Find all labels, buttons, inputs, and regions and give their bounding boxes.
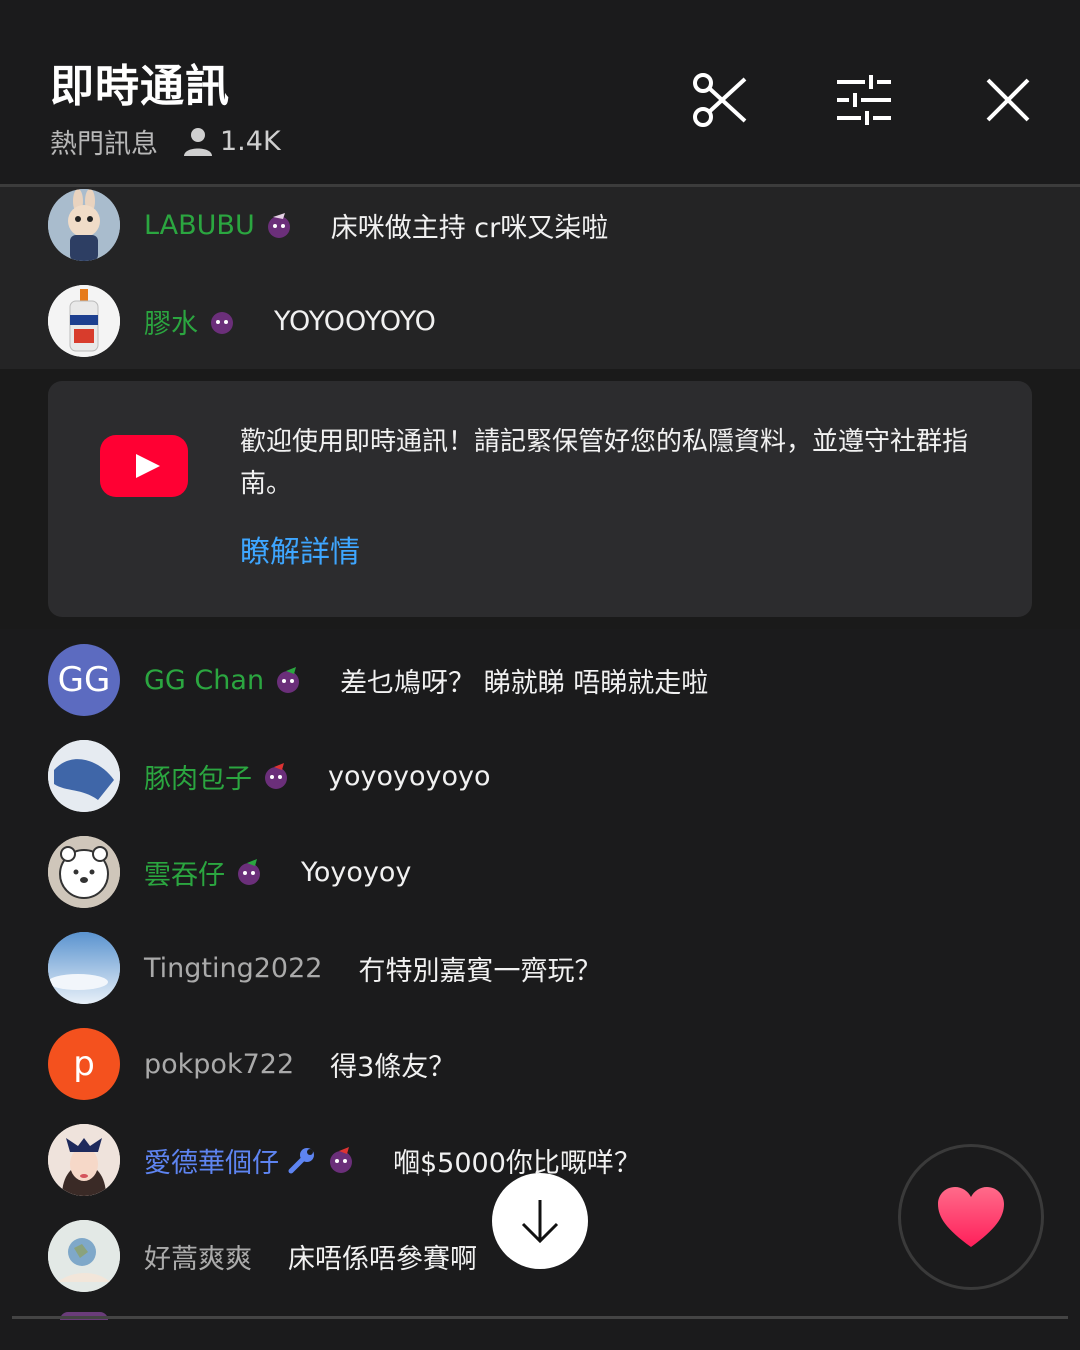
- chat-message[interactable]: p pokpok722 得3條友？: [0, 1016, 1080, 1112]
- scroll-to-bottom-button[interactable]: [492, 1173, 588, 1269]
- chat-message[interactable]: 豚肉包子 yoyoyoyoyo: [0, 728, 1080, 824]
- heart-icon: [938, 1187, 1004, 1247]
- author-name[interactable]: 豚肉包子: [144, 757, 252, 796]
- member-badge-icon: [267, 213, 290, 238]
- close-icon: [986, 78, 1030, 122]
- globe-avatar-icon: [48, 1220, 120, 1292]
- chat-message[interactable]: LABUBU 床咪做主持 cr咪又柒啦: [0, 177, 1080, 273]
- clip-button[interactable]: [688, 68, 752, 132]
- pinned-messages: LABUBU 床咪做主持 cr咪又柒啦 膠水 YOYOOYOYO: [0, 187, 1080, 369]
- member-badge-icon: [330, 1147, 352, 1173]
- bear-avatar-icon: [48, 836, 120, 908]
- message-text: 冇特別嘉賓一齊玩？: [358, 955, 602, 987]
- message-text: yoyoyoyoyo: [328, 760, 491, 792]
- chat-message[interactable]: GG GG Chan 差乜鳩呀？ 睇就睇 唔睇就走啦: [0, 632, 1080, 728]
- avatar[interactable]: [48, 285, 120, 357]
- message-text: 床唔係唔參賽啊: [288, 1243, 477, 1275]
- portrait-avatar-icon: [48, 1124, 120, 1196]
- settings-button[interactable]: [832, 68, 896, 132]
- bottom-divider: [12, 1316, 1068, 1319]
- notice-text: 歡迎使用即時通訊！請記緊保管好您的私隱資料，並遵守社群指南。: [240, 427, 969, 499]
- avatar[interactable]: [48, 932, 120, 1004]
- youtube-logo-icon: [100, 435, 188, 497]
- chat-mode-label: 熱門訊息: [50, 129, 158, 160]
- author-name[interactable]: 雲吞仔: [144, 853, 225, 892]
- wrench-icon: [288, 1148, 314, 1174]
- scissors-icon: [693, 73, 747, 127]
- viewer-count-value: 1.4K: [220, 126, 281, 157]
- member-badge-icon: [277, 667, 300, 693]
- reaction-button[interactable]: [898, 1144, 1044, 1290]
- author-name[interactable]: GG Chan: [144, 665, 264, 696]
- member-badge-icon: [211, 312, 233, 334]
- glue-bottle-avatar-icon: [48, 285, 120, 357]
- avatar[interactable]: [48, 836, 120, 908]
- labubu-avatar-icon: [48, 189, 120, 261]
- member-badge-icon: [265, 763, 287, 789]
- message-text: YOYOOYOYO: [274, 305, 436, 337]
- avatar-initials: p: [73, 1044, 95, 1084]
- chat-message[interactable]: 雲吞仔 Yoyoyoy: [0, 824, 1080, 920]
- author-name[interactable]: Tingting2022: [144, 953, 322, 984]
- author-name[interactable]: 愛德華個仔: [144, 1141, 279, 1180]
- message-text: 床咪做主持 cr咪又柒啦: [330, 212, 609, 244]
- sliders-icon: [837, 75, 891, 125]
- message-text: 嗰$5000你比嘅咩？: [393, 1147, 641, 1179]
- author-name[interactable]: 好蒿爽爽: [144, 1237, 252, 1276]
- avatar[interactable]: p: [48, 1028, 120, 1100]
- arrow-down-icon: [521, 1200, 559, 1244]
- message-text: Yoyoyoy: [301, 856, 412, 888]
- chat-message[interactable]: Tingting2022 冇特別嘉賓一齊玩？: [0, 920, 1080, 1016]
- author-name[interactable]: 膠水: [144, 302, 198, 341]
- member-badge-icon: [238, 859, 260, 885]
- sky-avatar-icon: [48, 932, 120, 1004]
- chat-message[interactable]: 膠水 YOYOOYOYO: [0, 273, 1080, 369]
- chat-mode-selector[interactable]: 熱門訊息 1.4K: [50, 122, 281, 161]
- learn-more-link[interactable]: 瞭解詳情: [240, 527, 360, 571]
- welcome-notice: 歡迎使用即時通訊！請記緊保管好您的私隱資料，並遵守社群指南。 瞭解詳情: [48, 381, 1032, 617]
- welcome-notice-zone: 歡迎使用即時通訊！請記緊保管好您的私隱資料，並遵守社群指南。 瞭解詳情: [0, 369, 1080, 629]
- photo-avatar-icon: [48, 740, 120, 812]
- chat-header: 即時通訊 熱門訊息 1.4K: [0, 0, 1080, 184]
- close-button[interactable]: [976, 68, 1040, 132]
- viewer-count: 1.4K: [182, 126, 281, 158]
- person-icon: [184, 127, 212, 156]
- message-text: 得3條友？: [330, 1051, 456, 1083]
- page-title: 即時通訊: [50, 61, 230, 112]
- avatar[interactable]: [48, 740, 120, 812]
- author-name[interactable]: LABUBU: [144, 210, 255, 241]
- avatar[interactable]: GG: [48, 644, 120, 716]
- message-text: 差乜鳩呀？ 睇就睇 唔睇就走啦: [340, 667, 709, 699]
- avatar[interactable]: [48, 189, 120, 261]
- avatar[interactable]: [48, 1220, 120, 1292]
- avatar[interactable]: [48, 1124, 120, 1196]
- author-name[interactable]: pokpok722: [144, 1049, 294, 1080]
- avatar-initials: GG: [57, 660, 111, 700]
